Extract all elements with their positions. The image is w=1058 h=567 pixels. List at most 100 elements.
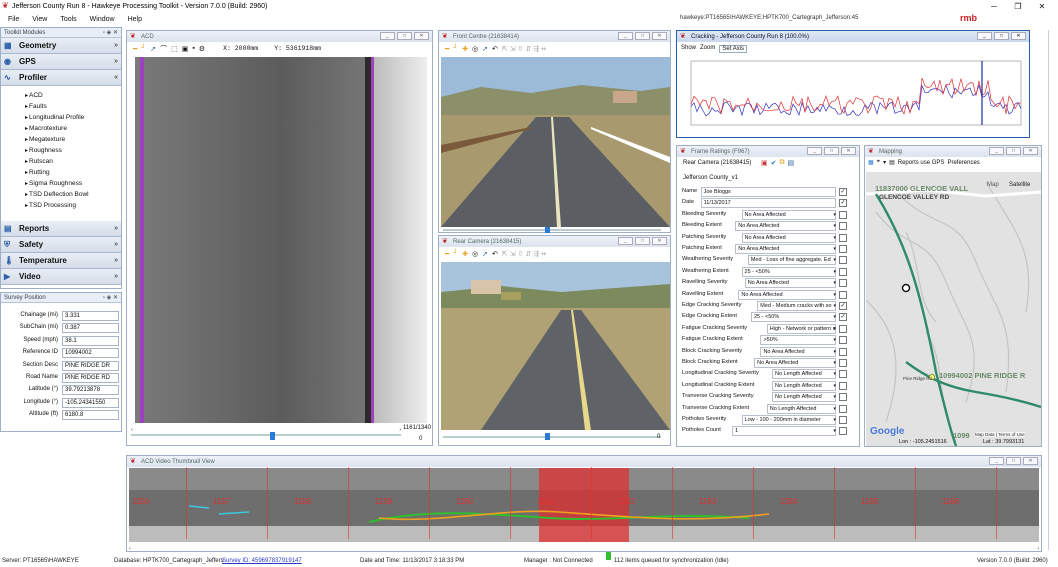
close-icon[interactable]: ✕ — [652, 32, 667, 40]
rating-checkbox[interactable]: ✓ — [839, 302, 847, 310]
rating-value-field[interactable]: >50% — [760, 335, 836, 346]
rear-slider-track[interactable] — [443, 436, 661, 438]
region-icon[interactable]: ▣ — [182, 45, 189, 53]
rating-checkbox[interactable] — [839, 290, 847, 299]
close-icon[interactable]: ✕ — [1023, 147, 1038, 155]
profiler-item-acd[interactable]: ACD — [1, 90, 121, 101]
rating-checkbox[interactable] — [839, 279, 847, 288]
profiler-item-roughness[interactable]: Roughness — [1, 145, 121, 156]
preferences-button[interactable]: Preferences — [947, 160, 979, 166]
dropdown-arrow-icon[interactable]: ▾ — [833, 246, 836, 252]
target-icon[interactable]: ◎ — [472, 250, 478, 258]
dropdown-arrow-icon[interactable]: ▾ — [833, 371, 836, 377]
menu-file[interactable]: File — [8, 16, 19, 23]
rating-checkbox[interactable] — [839, 381, 847, 390]
minus-icon[interactable]: ━ — [445, 250, 449, 258]
profiler-item-rutscan[interactable]: Rutscan — [1, 156, 121, 167]
profiler-item-sigma-roughness[interactable]: Sigma Roughness — [1, 178, 121, 189]
acd-slider-thumb[interactable] — [270, 432, 275, 440]
dropdown-arrow-icon[interactable]: ▾ — [833, 212, 836, 218]
thumbnail-strip[interactable] — [129, 468, 1039, 542]
close-icon[interactable]: ✕ — [841, 147, 856, 155]
dropdown-arrow-icon[interactable]: ▾ — [833, 314, 836, 320]
dropdown-arrow-icon[interactable]: ▾ — [833, 303, 836, 309]
minimize-icon[interactable]: _ — [977, 32, 992, 40]
maximize-icon[interactable]: □ — [635, 32, 650, 40]
rating-checkbox[interactable] — [839, 404, 847, 413]
profiler-item-longitudinal-profile[interactable]: Longitudinal Profile — [1, 112, 121, 123]
maximize-icon[interactable]: □ — [1006, 147, 1021, 155]
measure-icon[interactable]: ⌒ — [160, 44, 167, 54]
thumbnail-frame-number[interactable]: 1166 — [942, 497, 959, 506]
module-geometry[interactable]: ▦ Geometry» — [1, 38, 121, 54]
minimize-icon[interactable]: ─ — [982, 0, 1006, 13]
rating-checkbox[interactable] — [839, 324, 847, 333]
nav-icons[interactable]: ⇱ ⇲ ⇳ ⇵ ⇶ ⇷ — [502, 45, 547, 53]
module-temperature[interactable]: 🌡 Temperature» — [1, 253, 121, 269]
dropdown-arrow-icon[interactable]: ▾ — [833, 235, 836, 241]
close-icon[interactable]: ✕ — [414, 32, 429, 40]
minimize-icon[interactable]: _ — [989, 147, 1004, 155]
set-axis-button[interactable]: Set Axis — [719, 45, 748, 53]
cross-icon[interactable]: ✚ — [462, 45, 468, 53]
profiler-item-faults[interactable]: Faults — [1, 101, 121, 112]
pointer-icon[interactable]: ➚ — [482, 250, 488, 258]
front-slider-track[interactable] — [443, 229, 661, 231]
rating-checkbox[interactable] — [839, 416, 847, 424]
acd-scrollbar[interactable]: ‹ › — [131, 427, 401, 433]
acd-crack-image[interactable] — [135, 57, 427, 423]
minimize-icon[interactable]: _ — [807, 147, 822, 155]
rating-value-field[interactable]: No Area Affected — [738, 289, 836, 300]
rating-checkbox[interactable] — [839, 370, 847, 379]
dropdown-arrow-icon[interactable]: ▾ — [833, 394, 836, 400]
thumbnail-frame-number[interactable]: 1164 — [780, 497, 797, 506]
map-attribution[interactable]: Map Data | Terms of Use — [975, 432, 1025, 437]
minus-icon[interactable]: ━ — [445, 45, 449, 53]
rating-value-field[interactable]: 25 - <50% — [741, 266, 836, 277]
pin-icon[interactable]: ▫ ◈ ✕ — [103, 294, 118, 301]
maximize-icon[interactable]: □ — [397, 32, 412, 40]
rating-checkbox[interactable] — [839, 267, 847, 276]
status-survey-id[interactable]: Survey ID: 459697837919147 — [222, 558, 302, 564]
rotate-icon[interactable]: ↶ — [492, 45, 498, 53]
rating-checkbox[interactable] — [839, 336, 847, 345]
rating-value-field[interactable]: 25 - <50% — [751, 312, 836, 323]
rating-value-field[interactable]: No Area Affected — [735, 244, 836, 254]
pointer-icon[interactable]: ➚ — [150, 45, 156, 53]
rear-slider-thumb[interactable] — [545, 433, 550, 440]
rating-checkbox[interactable] — [839, 256, 847, 265]
profiler-item-megatexture[interactable]: Megatexture — [1, 134, 121, 145]
profiler-item-tsd-processing[interactable]: TSD Processing — [1, 200, 121, 211]
thumbnail-frame-number[interactable]: 1158 — [294, 497, 311, 506]
cracking-chart[interactable] — [681, 57, 1026, 136]
pin-icon[interactable]: ▫ ◈ ✕ — [103, 29, 118, 36]
zoom-button[interactable]: Zoom — [700, 45, 715, 53]
dropdown-arrow-icon[interactable]: ▾ — [833, 257, 836, 263]
thumbnail-frame-number[interactable]: 1162 — [618, 497, 635, 506]
close-icon[interactable]: ✕ — [652, 237, 667, 245]
camera-source[interactable]: Rear Camera (21638415) — [683, 160, 751, 166]
rating-checkbox[interactable] — [839, 210, 847, 219]
dropdown-arrow-icon[interactable]: ▾ — [833, 326, 836, 332]
pointer-icon[interactable]: ➚ — [482, 45, 488, 53]
settings-icon[interactable]: ⚙ — [199, 45, 205, 53]
thumbnail-frame-number[interactable]: 1157 — [213, 497, 230, 506]
maximize-icon[interactable]: □ — [824, 147, 839, 155]
rating-value-field[interactable]: No Length Affected — [772, 369, 836, 380]
map-view[interactable] — [866, 172, 1041, 446]
rating-checkbox[interactable] — [839, 427, 847, 436]
rating-value-field[interactable]: No Area Affected — [754, 358, 836, 368]
thumbnail-frame-number[interactable]: 1163 — [699, 497, 716, 506]
thumbnail-frame-number[interactable]: 1159 — [375, 497, 392, 506]
menu-tools[interactable]: Tools — [60, 16, 76, 23]
show-button[interactable]: Show — [681, 45, 696, 53]
profiler-item-macrotexture[interactable]: Macrotexture — [1, 123, 121, 134]
restore-icon[interactable]: ❐ — [1006, 0, 1030, 13]
module-gps[interactable]: ◉ GPS» — [1, 54, 121, 70]
rating-value-field[interactable]: No Length Affected — [772, 392, 836, 403]
rating-value-field[interactable]: 1 — [732, 426, 836, 437]
rating-value-field[interactable]: No Area Affected — [735, 221, 836, 232]
menu-window[interactable]: Window — [90, 16, 115, 23]
corner-icon[interactable]: ┘ — [453, 250, 458, 257]
rating-value-field[interactable]: Med - Loss of fine aggregate. Ed — [747, 255, 836, 266]
